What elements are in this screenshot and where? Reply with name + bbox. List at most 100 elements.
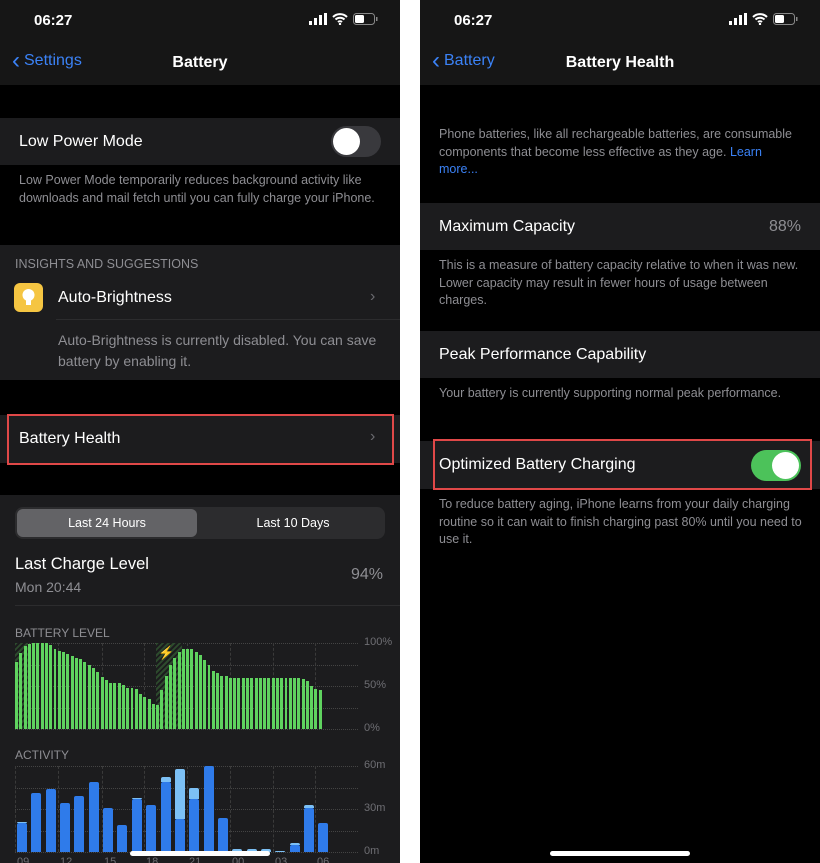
battery-bar — [173, 657, 177, 729]
battery-bar — [177, 651, 181, 729]
home-indicator[interactable] — [130, 851, 270, 856]
highlight-box — [433, 439, 812, 490]
max-capacity-label: Maximum Capacity — [439, 218, 576, 235]
battery-bar — [143, 697, 147, 729]
battery-bar — [164, 675, 168, 729]
battery-bar — [258, 678, 262, 729]
battery-bar — [87, 665, 91, 729]
signal-icon — [729, 13, 747, 25]
page-title: Battery — [172, 54, 228, 71]
x-tick-label: 15 — [104, 856, 117, 863]
battery-bar — [32, 643, 36, 729]
battery-bar — [194, 651, 198, 729]
y-tick-label: 60m — [364, 759, 386, 771]
battery-bar — [280, 678, 284, 729]
battery-screen: 06:27 ‹ Settings Battery Low Power Mode L… — [0, 0, 400, 863]
battery-bar — [288, 678, 292, 729]
segment-last-24-hours[interactable]: Last 24 Hours — [17, 509, 197, 537]
activity-bar-screen-on — [31, 793, 42, 852]
battery-bar — [275, 678, 279, 729]
battery-bar — [49, 644, 53, 729]
battery-bar — [211, 670, 215, 729]
battery-bar — [53, 649, 57, 729]
battery-bar — [190, 649, 194, 729]
battery-bar — [83, 661, 87, 729]
battery-level-title: BATTERY LEVEL — [15, 626, 110, 640]
low-power-label: Low Power Mode — [19, 133, 143, 150]
last-charge-value: 94% — [351, 566, 384, 583]
activity-bar-screen-off — [160, 777, 171, 782]
activity-bar-screen-on — [304, 807, 314, 852]
activity-bar-screen-on — [131, 798, 142, 852]
battery-bar — [207, 665, 211, 729]
battery-bar — [104, 679, 108, 729]
activity-bar-screen-on — [146, 804, 157, 852]
battery-bar — [293, 678, 297, 729]
battery-bar — [62, 652, 66, 729]
status-icons — [729, 13, 798, 25]
activity-bar-screen-on — [189, 798, 200, 852]
battery-bar — [44, 643, 48, 729]
battery-bar — [79, 659, 83, 729]
activity-bar-screen-on — [45, 788, 56, 852]
x-tick-label: 18 — [146, 856, 159, 863]
battery-bar — [23, 646, 27, 729]
battery-bar — [121, 685, 125, 729]
y-tick-label: 0m — [364, 845, 380, 857]
low-power-toggle[interactable] — [331, 126, 381, 157]
battery-icon — [353, 13, 378, 25]
max-capacity-value: 88% — [768, 218, 801, 235]
battery-bar — [216, 673, 220, 729]
activity-chart: 60m 30m 0m 09 12 15 18 21 00 03 06 — [0, 759, 400, 863]
charging-bolt-icon: ⚡ — [158, 645, 175, 660]
max-capacity-footer: This is a measure of battery capacity re… — [439, 258, 799, 307]
battery-bar — [305, 680, 309, 729]
peak-performance-row: Peak Performance Capability — [420, 331, 820, 378]
lightbulb-icon — [14, 283, 43, 312]
battery-bar — [284, 678, 288, 729]
insights-group: INSIGHTS AND SUGGESTIONS Auto-Brightness… — [0, 245, 400, 380]
battery-bar — [267, 678, 271, 729]
activity-bar-screen-off — [289, 843, 300, 845]
activity-bar-screen-off — [174, 768, 185, 820]
battery-bar — [130, 687, 134, 729]
chevron-right-icon: › — [370, 288, 376, 305]
battery-bar — [126, 687, 130, 729]
activity-bar-screen-on — [289, 844, 300, 852]
wifi-icon — [752, 13, 768, 25]
home-indicator[interactable] — [550, 851, 690, 856]
battery-bar — [254, 678, 258, 729]
page-title: Battery Health — [565, 54, 675, 71]
battery-bar — [181, 649, 185, 729]
battery-bar — [74, 657, 78, 729]
battery-bar — [228, 678, 232, 729]
battery-bar — [233, 678, 237, 729]
activity-bar-screen-on — [318, 823, 329, 852]
max-capacity-row: Maximum Capacity 88% — [420, 203, 820, 250]
battery-bar — [40, 643, 44, 729]
gridline-vertical — [144, 766, 145, 852]
battery-bar — [297, 678, 301, 729]
peak-performance-footer: Your battery is currently supporting nor… — [439, 386, 782, 400]
status-icons — [309, 13, 378, 25]
battery-bar — [109, 682, 113, 729]
battery-bar — [66, 654, 70, 729]
battery-bar — [237, 678, 241, 729]
gridline-vertical — [15, 766, 16, 852]
last-charge-time: Mon 20:44 — [15, 579, 82, 595]
auto-brightness-desc: Auto-Brightness is currently disabled. Y… — [58, 332, 377, 369]
signal-icon — [309, 13, 327, 25]
activity-title: ACTIVITY — [15, 748, 70, 762]
activity-bar-screen-on — [174, 819, 185, 852]
battery-health-screen: 06:27 ‹ Battery Battery Health Phone batt… — [420, 0, 820, 863]
battery-bar — [241, 678, 245, 729]
auto-brightness-row[interactable]: Auto-Brightness › — [0, 277, 400, 319]
battery-bar — [224, 675, 228, 729]
battery-bar — [147, 698, 151, 729]
segment-last-10-days[interactable]: Last 10 Days — [203, 509, 383, 537]
gridline-vertical — [273, 766, 274, 852]
activity-bar-screen-on — [17, 823, 27, 852]
battery-bar — [151, 704, 155, 729]
insights-header: INSIGHTS AND SUGGESTIONS — [15, 257, 199, 271]
peak-performance-label: Peak Performance Capability — [439, 346, 647, 363]
